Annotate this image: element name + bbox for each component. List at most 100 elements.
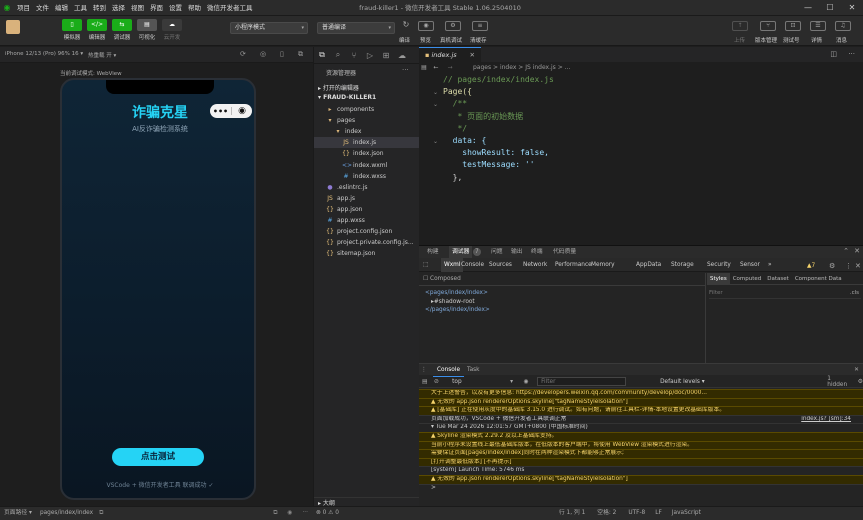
debugger-button[interactable]: ⇆ 调试器: [111, 19, 133, 41]
compile-select[interactable]: 普通编译 ▾: [317, 22, 395, 34]
tab-task[interactable]: Task: [467, 364, 480, 376]
close-icon[interactable]: ✕: [841, 0, 863, 16]
cls-toggle[interactable]: .cls: [850, 288, 859, 299]
menu-item[interactable]: 文件: [33, 0, 52, 16]
record-icon[interactable]: ◎: [260, 50, 266, 58]
window-icon[interactable]: ⧉: [298, 50, 303, 59]
close-panel-icon[interactable]: ✕: [854, 247, 860, 255]
devtools-panel-tab[interactable]: Network: [523, 258, 547, 272]
styles-filter-input[interactable]: Filter .cls: [709, 288, 861, 299]
chevron-up-icon[interactable]: ⌃: [843, 247, 849, 255]
devtools-top-tab[interactable]: 输出: [511, 246, 523, 258]
file-item[interactable]: # index.wxss: [314, 171, 420, 182]
file-item[interactable]: {} app.json: [314, 204, 420, 215]
layers-icon[interactable]: ≡: [472, 21, 488, 31]
bookmark-icon[interactable]: ▤: [419, 62, 429, 74]
eol[interactable]: LF: [655, 507, 662, 520]
test-account-icon[interactable]: ⊡: [785, 21, 801, 31]
open-editors-section[interactable]: ▸ 打开的编辑器: [318, 83, 359, 92]
cloud-button[interactable]: ☁ 云开发: [161, 19, 183, 41]
language-mode[interactable]: JavaScript: [672, 507, 701, 520]
file-item[interactable]: <>index.wxml: [314, 160, 420, 171]
warning-count[interactable]: ▲7: [807, 259, 815, 273]
devtools-top-tab[interactable]: 问题: [491, 246, 503, 258]
more-vertical-icon[interactable]: ⋮: [845, 259, 852, 273]
eye-icon[interactable]: ◉: [287, 507, 292, 520]
device-select[interactable]: iPhone 12/13 (Pro) 96% 16 ▾: [5, 51, 83, 57]
extensions-icon[interactable]: ⊞: [378, 51, 394, 60]
page-path[interactable]: pages/index/index: [40, 507, 93, 520]
menu-item[interactable]: 帮助: [185, 0, 204, 16]
cursor-position[interactable]: 行 1, 列 1: [559, 507, 585, 520]
upload-icon[interactable]: ↑: [732, 21, 748, 31]
fold-marker[interactable]: [433, 150, 439, 158]
menu-item[interactable]: 界面: [147, 0, 166, 16]
back-icon[interactable]: ←: [429, 62, 443, 74]
copy-icon[interactable]: ⧉: [99, 507, 103, 520]
styles-tab[interactable]: Dataset: [764, 273, 792, 285]
menu-item[interactable]: 设置: [166, 0, 185, 16]
file-item[interactable]: ● .eslintrc.js: [314, 182, 420, 193]
file-item[interactable]: {} index.json: [314, 148, 420, 159]
source-control-icon[interactable]: ⑂: [346, 51, 362, 60]
devtools-panel-tab[interactable]: Security: [707, 258, 731, 272]
source-link[interactable]: index.js? [sm]:34: [801, 416, 851, 423]
rotate-icon[interactable]: ⟳: [240, 50, 246, 58]
file-item[interactable]: ▾ pages: [314, 115, 420, 126]
hot-reload-select[interactable]: 热重载 开 ▾: [88, 51, 116, 59]
more-icon[interactable]: •••: [210, 107, 231, 116]
close-icon[interactable]: ✕: [855, 259, 861, 273]
settings-icon[interactable]: ⚙: [829, 259, 835, 273]
file-item[interactable]: {} sitemap.json: [314, 248, 420, 259]
cloud-icon[interactable]: ☁: [394, 51, 410, 60]
inspect-icon[interactable]: ⬚: [423, 258, 428, 272]
file-item[interactable]: {} project.private.config.js...: [314, 237, 420, 248]
tree-node-open[interactable]: <pages/index/index>: [425, 289, 490, 298]
devtools-top-tab[interactable]: 代码质量: [553, 246, 576, 258]
file-item[interactable]: {} project.config.json: [314, 226, 420, 237]
gear-icon[interactable]: ⚙: [445, 21, 461, 31]
file-item[interactable]: JS app.js: [314, 193, 420, 204]
devtools-top-tab[interactable]: 终端: [531, 246, 543, 258]
fold-marker[interactable]: [433, 187, 439, 195]
file-item[interactable]: # app.wxss: [314, 215, 420, 226]
menu-item[interactable]: 转到: [90, 0, 109, 16]
fold-marker[interactable]: ⌄: [433, 101, 439, 109]
menu-capsule[interactable]: ••• ◉: [210, 104, 252, 118]
fold-marker[interactable]: [433, 114, 439, 122]
branch-icon[interactable]: ⑂: [760, 21, 776, 31]
menu-item[interactable]: 项目: [14, 0, 33, 16]
devtools-panel-tab[interactable]: AppData: [636, 258, 661, 272]
tree-node-close[interactable]: </pages/index/index>: [425, 306, 490, 315]
fold-marker[interactable]: ⌄: [433, 89, 439, 97]
devtools-panel-tab[interactable]: Sources: [489, 258, 512, 272]
devtools-panel-tab[interactable]: Performance: [555, 258, 592, 272]
avatar[interactable]: [6, 20, 20, 34]
search-icon[interactable]: ⌕: [330, 50, 346, 60]
device-icon[interactable]: ▯: [280, 50, 284, 58]
devtools-top-tab[interactable]: 7: [473, 248, 481, 256]
context-select[interactable]: top: [452, 379, 510, 385]
clear-console-icon[interactable]: ⊘: [431, 379, 443, 385]
outline-section[interactable]: ▸ 大纲: [314, 497, 420, 507]
project-section[interactable]: ▾ FRAUD-KILLER1: [318, 94, 376, 101]
mode-select[interactable]: 小程序模式 ▾: [230, 22, 308, 34]
more-icon[interactable]: ···: [848, 50, 855, 58]
file-item[interactable]: ▸ components: [314, 104, 420, 115]
eye-icon[interactable]: ◉: [524, 379, 538, 385]
fold-marker[interactable]: [433, 126, 439, 134]
composed-checkbox[interactable]: ☐ Composed: [423, 276, 461, 282]
devtools-panel-tab[interactable]: Sensor: [740, 258, 760, 272]
screen-icon[interactable]: ⧉: [273, 507, 277, 520]
refresh-icon[interactable]: ↻: [398, 21, 414, 31]
menu-item[interactable]: 编辑: [52, 0, 71, 16]
simulator-button[interactable]: ▯ 模拟器: [61, 19, 83, 41]
menu-item[interactable]: 视图: [128, 0, 147, 16]
eye-icon[interactable]: ◉: [418, 21, 434, 31]
fold-marker[interactable]: [433, 175, 439, 183]
bell-icon[interactable]: ♫: [835, 21, 851, 31]
indent-setting[interactable]: 空格: 2: [597, 507, 616, 520]
fold-marker[interactable]: [433, 162, 439, 170]
menu-item[interactable]: 工具: [71, 0, 90, 16]
more-icon[interactable]: ···: [302, 507, 308, 520]
